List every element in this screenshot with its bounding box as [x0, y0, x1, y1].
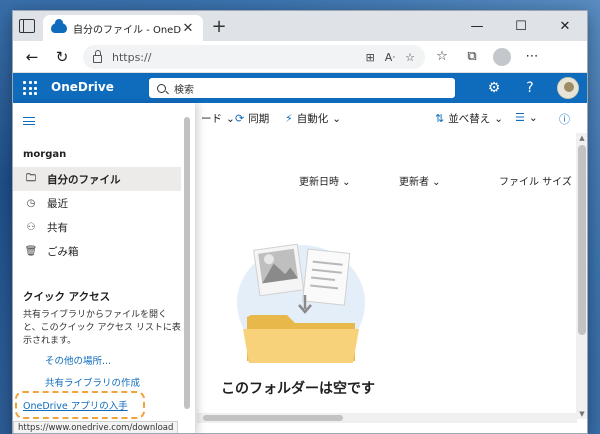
- user-name: morgan: [23, 149, 67, 160]
- help-icon[interactable]: ?: [521, 80, 539, 96]
- url-field[interactable]: https:// ⊞ Aᐧ ☆: [83, 45, 425, 69]
- column-modified-by[interactable]: 更新者 ⌄: [399, 173, 441, 188]
- folder-icon: 🗀: [26, 172, 36, 184]
- column-headers: 更新日時 ⌄ 更新者 ⌄ ファイル サイズ ⌄: [181, 173, 583, 193]
- nav-item-recycle-bin[interactable]: 🗑 ごみ箱: [13, 239, 181, 263]
- column-modified[interactable]: 更新日時 ⌄: [299, 173, 351, 188]
- sync-button[interactable]: ⟳ 同期: [235, 111, 269, 126]
- info-button[interactable]: ⓘ: [559, 111, 570, 127]
- apps-icon[interactable]: ⊞: [366, 51, 375, 64]
- automate-icon: ⚡: [285, 112, 293, 125]
- collections-icon[interactable]: ⧉: [463, 47, 481, 67]
- app-title[interactable]: OneDrive: [51, 80, 114, 94]
- favorite-add-icon[interactable]: ☆: [405, 51, 415, 64]
- hamburger-menu-icon[interactable]: [23, 117, 35, 125]
- info-icon: ⓘ: [559, 113, 570, 126]
- nav-item-recent[interactable]: ◷ 最近: [13, 191, 181, 215]
- read-aloud-icon[interactable]: Aᐧ: [385, 51, 395, 64]
- url-text: https://: [112, 50, 152, 64]
- search-input[interactable]: 検索: [149, 78, 455, 98]
- list-view-icon: ☰: [515, 111, 525, 124]
- vertical-scrollbar[interactable]: ▲ ▼: [576, 133, 587, 419]
- view-options-button[interactable]: ☰ ⌄: [515, 111, 538, 124]
- back-arrow-icon[interactable]: ←: [21, 46, 43, 68]
- user-avatar[interactable]: [557, 77, 579, 99]
- close-window-button[interactable]: ✕: [543, 11, 587, 41]
- quick-access-title: クイック アクセス: [23, 291, 111, 303]
- settings-gear-icon[interactable]: ⚙: [485, 80, 503, 96]
- empty-folder-title: このフォルダーは空です: [221, 381, 375, 397]
- create-shared-library-link[interactable]: 共有ライブラリの作成: [45, 375, 140, 389]
- sync-icon: ⟳: [235, 112, 245, 125]
- search-icon: [157, 83, 166, 93]
- onedrive-header: OneDrive 検索 ⚙ ?: [13, 73, 587, 103]
- get-onedrive-app-link[interactable]: OneDrive アプリの入手: [15, 391, 145, 419]
- clock-icon: ◷: [26, 197, 36, 209]
- trash-icon: 🗑: [24, 245, 38, 257]
- search-placeholder: 検索: [174, 84, 194, 96]
- command-bar: ード ⌄ ⟳ 同期 ⚡ 自動化 ⌄ ⇅ 並べ替え ⌄ ☰ ⌄ ⓘ: [181, 103, 587, 133]
- automate-button[interactable]: ⚡ 自動化 ⌄: [285, 111, 341, 126]
- more-menu-icon[interactable]: ⋯: [523, 47, 541, 67]
- tab-strip: 自分のファイル - OneDrive ✕ + — ☐ ✕: [13, 11, 587, 41]
- minimize-button[interactable]: —: [455, 11, 499, 41]
- window-controls: — ☐ ✕: [455, 11, 587, 41]
- upload-partial[interactable]: ード ⌄: [201, 111, 235, 126]
- address-bar: ← ↻ https:// ⊞ Aᐧ ☆ ☆ ⧉ ⋯: [13, 41, 587, 73]
- sort-icon: ⇅: [435, 112, 445, 125]
- column-file-size[interactable]: ファイル サイズ ⌄: [499, 173, 583, 188]
- maximize-button[interactable]: ☐: [499, 11, 543, 41]
- tab-close-icon[interactable]: ✕: [181, 21, 195, 36]
- tab-onedrive[interactable]: 自分のファイル - OneDrive ✕: [43, 15, 203, 41]
- tab-actions-icon[interactable]: [19, 19, 35, 33]
- left-navigation-pane: morgan 🗀 自分のファイル ◷ 最近 ⚇ 共有 🗑 ごみ箱 クイック アク…: [13, 103, 195, 433]
- people-icon: ⚇: [26, 221, 36, 233]
- new-tab-button[interactable]: +: [209, 16, 229, 37]
- nav-item-my-files[interactable]: 🗀 自分のファイル: [13, 167, 181, 191]
- quick-access-description: 共有ライブラリからファイルを開くと、このクイック アクセス リストに表示されます…: [23, 310, 181, 346]
- tab-title: 自分のファイル - OneDrive: [73, 24, 181, 36]
- empty-folder-illustration: [237, 243, 365, 363]
- onedrive-cloud-icon: [51, 19, 67, 33]
- status-bar-url: https://www.onedrive.com/download: [13, 421, 179, 433]
- browser-window: 自分のファイル - OneDrive ✕ + — ☐ ✕ ← ↻ https:/…: [12, 10, 588, 434]
- horizontal-scrollbar[interactable]: [197, 413, 577, 423]
- nav-scrollbar[interactable]: [183, 111, 191, 415]
- nav-item-shared[interactable]: ⚇ 共有: [13, 215, 181, 239]
- lock-icon: [93, 49, 102, 63]
- refresh-icon[interactable]: ↻: [51, 46, 73, 68]
- favorites-icon[interactable]: ☆: [433, 47, 451, 67]
- app-launcher-icon[interactable]: [23, 81, 37, 95]
- more-places-link[interactable]: その他の場所...: [45, 353, 111, 367]
- sort-button[interactable]: ⇅ 並べ替え ⌄: [435, 111, 503, 126]
- profile-avatar[interactable]: [493, 48, 511, 66]
